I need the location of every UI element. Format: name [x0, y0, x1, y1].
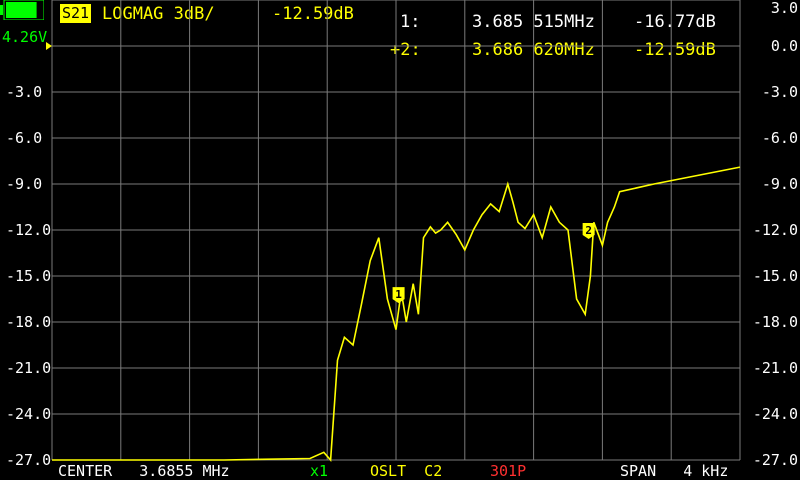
y-tick-label-right: -27.0: [753, 451, 798, 469]
frequency-span[interactable]: SPAN 4 kHz: [620, 462, 728, 480]
marker-2-frequency: 3.686 620MHz: [472, 40, 595, 60]
logmag-chart[interactable]: -3.0 -6.0 -9.0 -12.0 -15.0 -18.0 -21.0 -24.0 -27…: [0, 0, 800, 480]
y-tick-label-right: -9.0: [762, 175, 798, 193]
marker-flag-2: [582, 223, 595, 240]
y-tick-label-left: -12.0: [6, 221, 51, 239]
trace-channel-badge[interactable]: S21: [60, 4, 92, 23]
marker-1-label[interactable]: 1:: [400, 12, 420, 32]
trace-format: LOGMAG 3dB/: [102, 4, 215, 24]
marker-number-2: 2: [585, 224, 592, 237]
trace-value: -12.59dB: [272, 4, 354, 24]
battery-voltage: 4.26V: [2, 28, 48, 46]
y-tick-label-right: -15.0: [753, 267, 798, 285]
marker-1-frequency: 3.685 515MHz: [472, 12, 595, 32]
y-tick-label-right: -12.0: [753, 221, 798, 239]
y-tick-label-left: -15.0: [6, 267, 51, 285]
y-tick-label-right: -3.0: [762, 83, 798, 101]
y-tick-label-right: -18.0: [753, 313, 798, 331]
calibration-status: OSLT C2: [370, 462, 443, 480]
y-tick-label-left: -18.0: [6, 313, 51, 331]
y-tick-label-left: -27.0: [6, 451, 51, 469]
y-tick-label-right: -6.0: [762, 129, 798, 147]
y-tick-label-left: -21.0: [6, 359, 51, 377]
sweep-points: 301P: [490, 462, 527, 480]
marker-2-value: -12.59dB: [634, 40, 716, 60]
y-tick-label-left: -9.0: [6, 175, 42, 193]
y-tick-label-left: -3.0: [6, 83, 42, 101]
y-tick-label-left: -24.0: [6, 405, 51, 423]
marker-2-label[interactable]: +2:: [390, 40, 421, 60]
y-tick-label-left: -6.0: [6, 129, 42, 147]
y-tick-label-right: 3.0: [771, 0, 798, 17]
y-tick-label-right: -21.0: [753, 359, 798, 377]
marker-1-value: -16.77dB: [634, 12, 716, 32]
marker-number-1: 1: [395, 288, 402, 301]
y-tick-label-right: 0.0: [771, 37, 798, 55]
zoom-indicator: x1: [310, 462, 329, 480]
marker-flag-1: [392, 287, 405, 304]
y-tick-label-right: -24.0: [753, 405, 798, 423]
trace-line-s21: [52, 166, 741, 462]
center-frequency[interactable]: CENTER 3.6855 MHz: [58, 462, 230, 480]
battery-icon: [0, 0, 45, 21]
